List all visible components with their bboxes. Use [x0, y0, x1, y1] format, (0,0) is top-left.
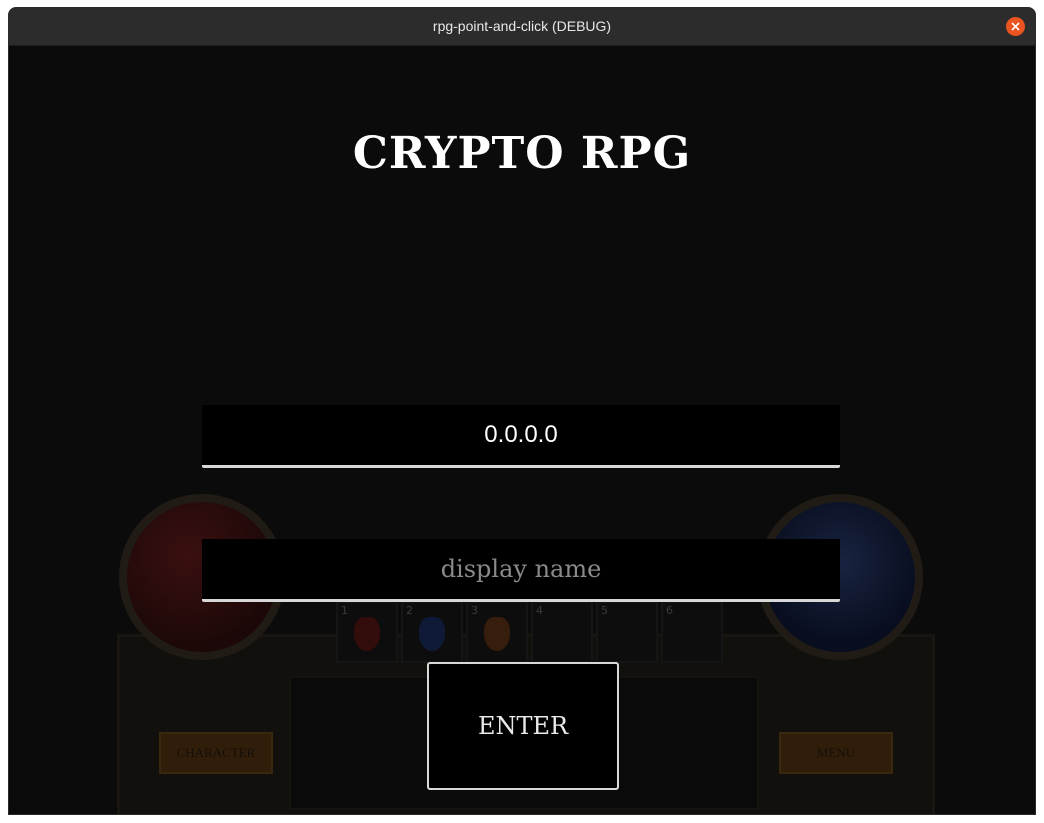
orange-potion-icon [484, 617, 510, 651]
close-button[interactable] [1006, 17, 1025, 36]
app-window: rpg-point-and-click (DEBUG) 1 2 3 4 5 6 … [9, 8, 1035, 814]
game-title: CRYPTO RPG [352, 128, 692, 179]
enter-button[interactable]: ENTER [427, 662, 619, 790]
server-ip-input[interactable] [202, 405, 840, 465]
hotbar-slot-4: 4 [531, 601, 593, 663]
window-title: rpg-point-and-click (DEBUG) [432, 18, 612, 34]
blue-potion-icon [419, 617, 445, 651]
menu-button: MENU [779, 732, 893, 774]
display-name-field[interactable] [202, 539, 840, 602]
hotbar-slot-2: 2 [401, 601, 463, 663]
slot-number: 2 [406, 604, 413, 617]
slot-number: 1 [341, 604, 348, 617]
slot-number: 5 [601, 604, 608, 617]
slot-number: 3 [471, 604, 478, 617]
hotbar-slot-1: 1 [336, 601, 398, 663]
game-viewport: 1 2 3 4 5 6 CHARACTER MENU CRYPTO RPG 0.… [9, 46, 1035, 814]
slot-number: 4 [536, 604, 543, 617]
slot-number: 6 [666, 604, 673, 617]
hotbar-slot-5: 5 [596, 601, 658, 663]
server-ip-field[interactable] [202, 405, 840, 468]
title-bar[interactable]: rpg-point-and-click (DEBUG) [9, 8, 1035, 46]
display-name-input[interactable] [202, 539, 840, 599]
red-potion-icon [354, 617, 380, 651]
hotbar-slot-3: 3 [466, 601, 528, 663]
close-icon [1011, 22, 1020, 31]
character-button: CHARACTER [159, 732, 273, 774]
hotbar-slot-6: 6 [661, 601, 723, 663]
